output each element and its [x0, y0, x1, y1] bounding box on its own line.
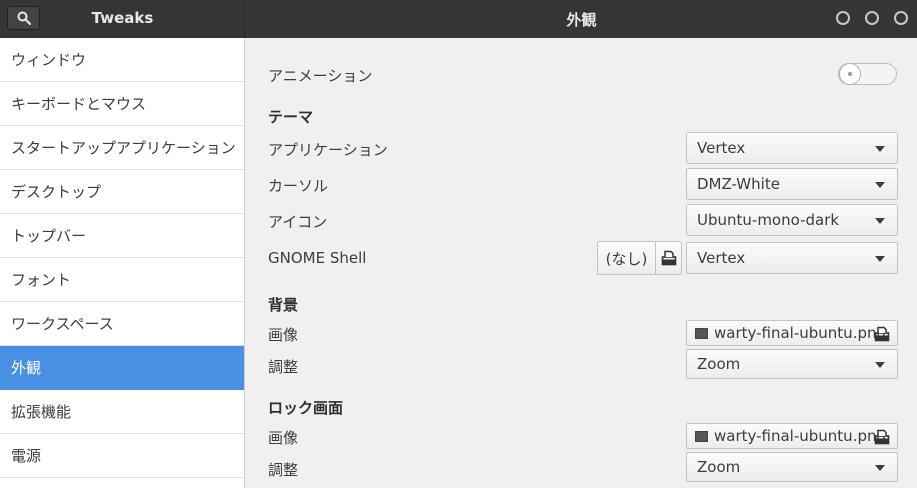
sidebar-item-appearance[interactable]: 外観 — [0, 346, 244, 390]
sidebar-item-label: 拡張機能 — [11, 403, 72, 421]
applications-theme-label: アプリケーション — [268, 141, 388, 159]
animation-switch[interactable] — [838, 63, 897, 85]
combo-value: Zoom — [697, 355, 741, 373]
minimize-icon[interactable] — [836, 11, 850, 25]
switch-knob — [839, 63, 861, 85]
sidebar-item-label: デスクトップ — [11, 183, 102, 201]
lock-screen-image-filename: warty-final-ubuntu.png — [714, 427, 887, 445]
sidebar-item-startup-applications[interactable]: スタートアップアプリケーション — [0, 126, 244, 170]
dropdown-arrow-icon — [875, 218, 885, 224]
background-adjustment-combo[interactable]: Zoom — [686, 349, 898, 379]
sidebar-item-desktop[interactable]: デスクトップ — [0, 170, 244, 214]
sidebar-item-label: 電源 — [11, 447, 42, 465]
image-file-icon — [695, 430, 708, 442]
icon-theme-combo[interactable]: Ubuntu-mono-dark — [686, 204, 898, 236]
sidebar: ウィンドウ キーボードとマウス スタートアップアプリケーション デスクトップ ト… — [0, 38, 245, 488]
animation-label: アニメーション — [268, 67, 373, 85]
lock-screen-adjustment-label: 調整 — [268, 461, 299, 479]
dropdown-arrow-icon — [875, 362, 885, 368]
sidebar-item-label: スタートアップアプリケーション — [11, 139, 236, 157]
background-image-file-button[interactable]: warty-final-ubuntu.png — [686, 320, 898, 346]
background-adjustment-label: 調整 — [268, 358, 299, 376]
header-bar: Tweaks 外観 — [0, 0, 917, 38]
lock-screen-heading: ロック画面 — [268, 399, 344, 417]
sidebar-item-extensions[interactable]: 拡張機能 — [0, 390, 244, 434]
cursor-theme-label: カーソル — [268, 177, 329, 195]
dropdown-arrow-icon — [875, 182, 885, 188]
lock-screen-image-label: 画像 — [268, 429, 299, 447]
cursor-theme-combo[interactable]: DMZ-White — [686, 168, 898, 200]
combo-value: Vertex — [697, 139, 746, 157]
lock-screen-image-file-button[interactable]: warty-final-ubuntu.png — [686, 423, 898, 449]
shell-theme-label: GNOME Shell — [268, 249, 367, 267]
lock-screen-adjustment-combo[interactable]: Zoom — [686, 452, 898, 482]
shell-theme-none-label: (なし) — [598, 242, 656, 274]
sidebar-item-workspaces[interactable]: ワークスペース — [0, 302, 244, 346]
theme-heading: テーマ — [268, 108, 314, 126]
combo-value: Vertex — [697, 249, 746, 267]
icon-theme-label: アイコン — [268, 213, 328, 231]
sidebar-item-keyboard-mouse[interactable]: キーボードとマウス — [0, 82, 244, 126]
sidebar-item-label: ワークスペース — [11, 315, 114, 333]
sidebar-item-power[interactable]: 電源 — [0, 434, 244, 478]
sidebar-item-label: トップバー — [11, 227, 87, 245]
applications-theme-combo[interactable]: Vertex — [686, 132, 898, 164]
header-left-pane: Tweaks — [0, 0, 245, 38]
sidebar-item-label: ウィンドウ — [11, 51, 87, 69]
combo-value: Ubuntu-mono-dark — [697, 211, 840, 229]
appearance-panel: アニメーション テーマ アプリケーション Vertex カーソル DMZ-Whi… — [246, 38, 917, 488]
document-open-icon — [656, 250, 681, 266]
sidebar-item-label: 外観 — [11, 359, 42, 377]
sidebar-item-fonts[interactable]: フォント — [0, 258, 244, 302]
document-open-icon — [874, 429, 890, 449]
close-icon[interactable] — [894, 11, 908, 25]
sidebar-item-top-bar[interactable]: トップバー — [0, 214, 244, 258]
combo-value: Zoom — [697, 458, 741, 476]
app-title: Tweaks — [91, 9, 154, 27]
sidebar-item-windows[interactable]: ウィンドウ — [0, 38, 244, 82]
shell-theme-file-button[interactable]: (なし) — [597, 241, 682, 275]
shell-theme-combo[interactable]: Vertex — [686, 242, 898, 274]
combo-value: DMZ-White — [697, 175, 780, 193]
background-image-label: 画像 — [268, 326, 299, 344]
dropdown-arrow-icon — [875, 256, 885, 262]
maximize-icon[interactable] — [865, 11, 879, 25]
background-image-filename: warty-final-ubuntu.png — [714, 324, 887, 342]
document-open-icon — [874, 326, 890, 346]
page-title: 外観 — [566, 11, 597, 29]
sidebar-item-label: キーボードとマウス — [11, 95, 147, 113]
background-heading: 背景 — [268, 296, 299, 314]
image-file-icon — [695, 327, 708, 339]
sidebar-item-label: フォント — [11, 271, 72, 289]
dropdown-arrow-icon — [875, 146, 885, 152]
dropdown-arrow-icon — [875, 465, 885, 471]
